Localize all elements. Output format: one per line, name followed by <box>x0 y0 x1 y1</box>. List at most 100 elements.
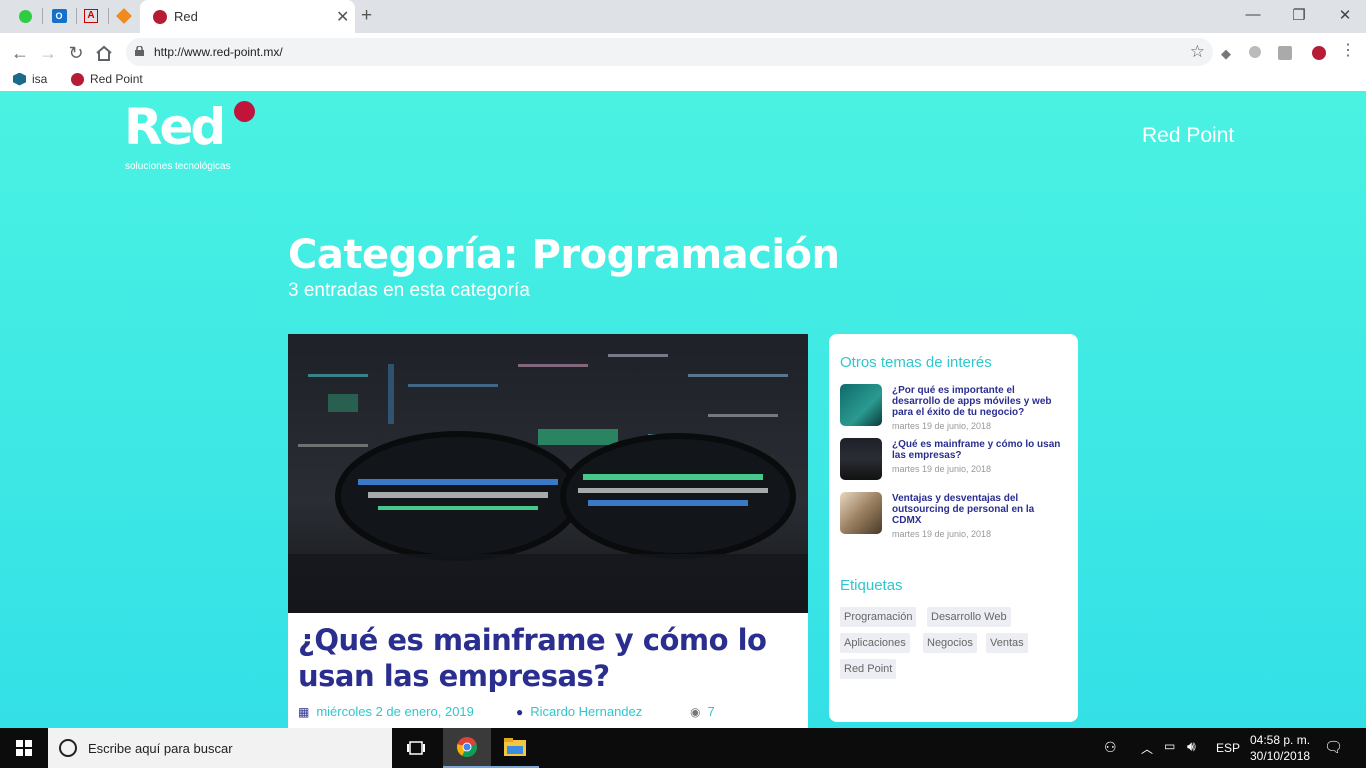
page-content: Red soluciones tecnológicas Red Point Ca… <box>0 91 1366 728</box>
tab-separator <box>42 8 43 24</box>
reload-icon[interactable]: ↻ <box>65 42 87 64</box>
browser-toolbar: ← → ↻ http://www.red-point.mx/ ☆ ◆ ⋮ <box>0 33 1366 71</box>
active-tab[interactable]: Red ✕ <box>140 0 355 33</box>
chrome-taskbar-button[interactable] <box>443 728 491 768</box>
post-card[interactable]: ¿Qué es mainframe y cómo lo usan las emp… <box>288 334 808 728</box>
related-post-title: ¿Por qué es importante el desarrollo de … <box>892 385 1052 418</box>
chevron-up-icon[interactable]: ︿ <box>1141 740 1153 757</box>
related-post-title: ¿Qué es mainframe y cómo lo usan las emp… <box>892 439 1061 461</box>
red-point-extension-icon[interactable] <box>1312 46 1326 60</box>
post-date-text: miércoles 2 de enero, 2019 <box>316 704 474 719</box>
chrome-icon <box>457 737 477 758</box>
related-post-thumbnail <box>840 384 882 426</box>
bookmark-label: Red Point <box>90 72 143 86</box>
people-icon[interactable]: ⚇ <box>1104 739 1117 756</box>
bookmark-isa[interactable]: isa <box>13 72 47 86</box>
post-views: ◉ 7 <box>690 704 715 719</box>
forward-icon[interactable]: → <box>37 42 59 64</box>
network-icon[interactable]: ▭ <box>1164 739 1175 753</box>
tab-separator <box>108 8 109 24</box>
address-bar[interactable]: http://www.red-point.mx/ ☆ <box>126 38 1213 66</box>
pinned-tab-outlook[interactable]: O <box>46 5 72 27</box>
post-views-text: 7 <box>707 704 715 719</box>
lock-icon <box>135 46 144 56</box>
volume-icon[interactable]: 🔊︎ <box>1187 738 1196 755</box>
tab-strip: O A Red ✕ + — ❐ ✕ <box>0 0 1366 33</box>
file-explorer-taskbar-button[interactable] <box>491 728 539 768</box>
page-subtitle: 3 entradas en esta categoría <box>288 280 530 301</box>
nav-site-title[interactable]: Red Point <box>1142 124 1234 148</box>
clock-time[interactable]: 04:58 p. m. <box>1250 733 1310 747</box>
adobe-icon: A <box>84 9 98 23</box>
related-post-thumbnail <box>840 438 882 480</box>
post-author[interactable]: ● Ricardo Hernandez <box>516 704 642 719</box>
back-icon[interactable]: ← <box>9 42 31 64</box>
post-author-text: Ricardo Hernandez <box>530 704 643 719</box>
logo-tagline: soluciones tecnológicas <box>125 161 231 172</box>
logo-text: Red <box>124 98 226 156</box>
task-view-button[interactable] <box>392 728 440 768</box>
related-post-date: martes 19 de junio, 2018 <box>892 529 992 539</box>
task-view-icon <box>407 741 425 755</box>
restore-icon[interactable]: ❐ <box>1276 6 1322 24</box>
pinned-tab-whatsapp[interactable] <box>12 5 38 27</box>
dropbox-icon[interactable]: ◆ <box>1221 46 1235 61</box>
taskbar-search[interactable]: Escribe aquí para buscar <box>48 728 392 768</box>
bookmarks-bar: isa Red Point <box>0 71 1366 91</box>
bag-icon[interactable] <box>1278 46 1292 60</box>
post-image[interactable] <box>288 334 808 613</box>
sidebar: Otros temas de interés ¿Por qué es impor… <box>829 334 1078 722</box>
tab-separator <box>76 8 77 24</box>
outlook-icon: O <box>51 9 67 23</box>
tag-red-point[interactable]: Red Point <box>840 659 897 679</box>
post-title[interactable]: ¿Qué es mainframe y cómo lo usan las emp… <box>298 622 798 694</box>
tab-title: Red <box>174 9 198 24</box>
related-post-date: martes 19 de junio, 2018 <box>892 421 992 431</box>
calendar-icon: ▦ <box>298 704 310 719</box>
close-tab-icon[interactable]: ✕ <box>336 7 349 27</box>
bookmark-star-icon[interactable]: ☆ <box>1190 42 1205 62</box>
tag-aplicaciones[interactable]: Aplicaciones <box>840 633 910 653</box>
red-point-favicon <box>71 72 84 86</box>
clock-date[interactable]: 30/10/2018 <box>1250 749 1310 763</box>
related-post-thumbnail <box>840 492 882 534</box>
search-placeholder: Escribe aquí para buscar <box>88 741 233 756</box>
tag-ventas[interactable]: Ventas <box>986 633 1028 653</box>
glasses-code-photo <box>288 334 808 613</box>
bookmark-red-point[interactable]: Red Point <box>71 72 143 86</box>
tag-desarrollo-web[interactable]: Desarrollo Web <box>927 607 1011 627</box>
pinned-tab-adobe[interactable]: A <box>78 5 104 27</box>
whatsapp-icon <box>18 9 32 23</box>
cortana-icon <box>59 739 77 757</box>
start-button[interactable] <box>0 728 48 768</box>
sidebar-heading: Otros temas de interés <box>840 354 992 371</box>
close-window-icon[interactable]: ✕ <box>1322 6 1366 24</box>
user-icon: ● <box>516 704 524 719</box>
pinned-tab-extension[interactable] <box>111 5 137 27</box>
site-logo[interactable]: Red soluciones tecnológicas <box>124 99 264 175</box>
eye-icon: ◉ <box>690 704 701 719</box>
related-post-title: Ventajas y desventajas del outsourcing d… <box>892 493 1035 526</box>
tag-negocios[interactable]: Negocios <box>923 633 977 653</box>
page-title: Categoría: Programación <box>288 232 840 278</box>
folder-icon <box>504 738 526 756</box>
new-tab-icon[interactable]: + <box>361 5 372 27</box>
url-text: http://www.red-point.mx/ <box>154 45 283 59</box>
hexagon-icon <box>13 72 26 86</box>
menu-dots-icon[interactable]: ⋮ <box>1340 43 1356 59</box>
post-date: ▦ miércoles 2 de enero, 2019 <box>298 704 474 719</box>
extension-gray-icon[interactable] <box>1249 46 1261 58</box>
related-post-date: martes 19 de junio, 2018 <box>892 464 992 474</box>
logo-dot <box>234 101 255 122</box>
language-indicator[interactable]: ESP <box>1216 741 1240 755</box>
red-point-favicon <box>153 10 167 24</box>
minimize-icon[interactable]: — <box>1230 6 1276 23</box>
taskbar: Escribe aquí para buscar ⚇ ︿ ▭ 🔊︎ ESP 04… <box>0 728 1366 768</box>
notifications-icon[interactable]: 🗨︎ <box>1324 738 1343 756</box>
cube-icon <box>116 8 132 24</box>
windows-icon <box>16 740 32 756</box>
bookmark-label: isa <box>32 72 48 86</box>
tag-programacion[interactable]: Programación <box>840 607 917 627</box>
tags-heading: Etiquetas <box>840 577 903 594</box>
home-icon[interactable] <box>93 42 115 64</box>
